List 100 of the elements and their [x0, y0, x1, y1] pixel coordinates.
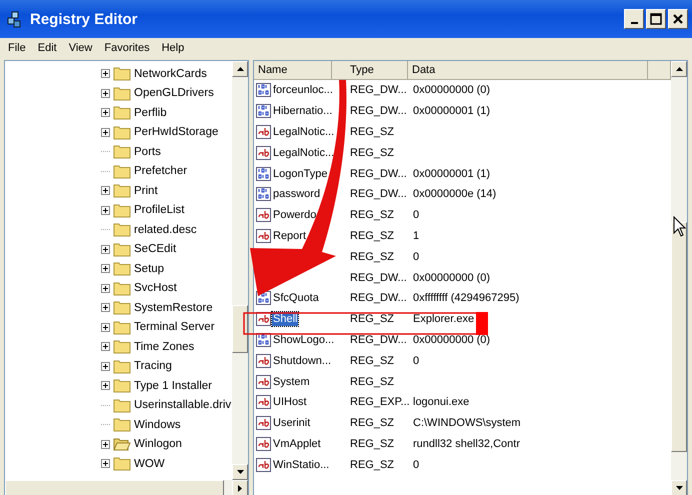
value-name[interactable]: Report	[272, 228, 308, 243]
value-data: logonui.exe	[412, 396, 470, 408]
value-name[interactable]: UIHost	[272, 395, 308, 410]
expand-icon[interactable]	[101, 88, 110, 98]
value-name[interactable]: VmApplet	[272, 436, 322, 451]
tree-item[interactable]: ProfileList	[134, 204, 184, 216]
expand-icon[interactable]	[101, 362, 110, 371]
value-type: REG_SZ	[349, 376, 396, 388]
string-value-icon	[256, 458, 271, 472]
value-name[interactable]: forceunloc...	[272, 83, 334, 98]
scroll-up-button[interactable]	[232, 61, 248, 77]
maximize-button[interactable]	[646, 9, 666, 29]
tree-item[interactable]: Time Zones	[134, 340, 194, 353]
value-type: REG_DW...	[349, 168, 408, 180]
menu-item[interactable]: Help	[162, 42, 184, 54]
expand-icon[interactable]	[101, 440, 110, 449]
scroll-thumb[interactable]	[232, 305, 248, 353]
value-type: REG_SZ	[349, 250, 396, 263]
value-data: 0xffffffff (4294967295)	[412, 292, 520, 304]
value-name[interactable]: WinStatio...	[272, 458, 330, 472]
value-name[interactable]: Shell	[272, 312, 298, 326]
minimize-button[interactable]	[624, 9, 644, 29]
value-name[interactable]: LegalNotic...	[272, 124, 336, 139]
tree-item[interactable]: Winlogon	[134, 438, 182, 450]
value-data: 0	[412, 209, 420, 222]
expand-icon[interactable]	[101, 303, 110, 312]
tree-item[interactable]: Print	[134, 184, 158, 197]
close-button[interactable]	[668, 9, 688, 29]
expand-icon[interactable]	[101, 381, 110, 390]
value-data: 0	[412, 250, 420, 263]
value-name[interactable]: password	[272, 187, 322, 202]
scroll-thumb[interactable]	[5, 480, 224, 495]
value-name[interactable]: LogonType	[272, 166, 328, 181]
expand-icon[interactable]	[101, 244, 110, 254]
menu-item[interactable]: Favorites	[104, 42, 150, 54]
tree-item[interactable]: WOW	[134, 458, 165, 470]
scroll-down-button[interactable]	[671, 480, 687, 495]
string-value-icon	[256, 208, 271, 222]
value-type: REG_DW...	[349, 272, 408, 284]
value-type: REG_DW...	[349, 84, 408, 96]
tree-item[interactable]: PerHwIdStorage	[134, 126, 218, 138]
scroll-down-button[interactable]	[232, 464, 248, 480]
column-header[interactable]: Data	[408, 61, 648, 80]
value-data: 0	[412, 458, 420, 471]
tree-item[interactable]: SeCEdit	[134, 243, 176, 256]
value-type: REG_SZ	[349, 417, 396, 430]
expand-icon[interactable]	[101, 264, 110, 274]
string-value-icon	[256, 124, 271, 139]
value-name[interactable]: System	[272, 374, 311, 389]
expand-icon[interactable]	[101, 342, 110, 352]
expand-icon[interactable]	[101, 284, 110, 293]
value-data: 0	[412, 354, 420, 367]
tree-item[interactable]: related.desc	[134, 224, 197, 236]
binary-value-icon	[256, 83, 271, 98]
expand-icon[interactable]	[101, 128, 110, 137]
menu-item[interactable]: File	[8, 42, 26, 54]
expand-icon[interactable]	[101, 322, 110, 332]
value-type: REG_DW...	[349, 292, 408, 304]
value-type: REG_SZ	[349, 126, 396, 138]
down-arrow-icon	[236, 470, 244, 474]
menu-item[interactable]: View	[68, 42, 92, 54]
menu-item[interactable]: Edit	[38, 42, 57, 54]
tree-item[interactable]: Tracing	[134, 360, 172, 372]
column-header[interactable]: Type	[332, 61, 408, 80]
tree-item[interactable]: Type 1 Installer	[134, 380, 212, 392]
value-name[interactable]: Powerdo	[272, 208, 318, 222]
tree-item[interactable]: Terminal Server	[134, 321, 215, 334]
right-arrow-icon	[238, 484, 242, 492]
tree-item[interactable]: Ports	[134, 146, 161, 158]
binary-value-icon	[256, 166, 271, 181]
value-name[interactable]: Hibernatio...	[272, 104, 334, 118]
tree-item[interactable]: Windows	[134, 418, 181, 431]
tree-item[interactable]: OpenGLDrivers	[134, 87, 214, 100]
value-name[interactable]: LegalNotic...	[272, 146, 336, 160]
tree-item[interactable]: Prefetcher	[134, 165, 188, 178]
scroll-thumb[interactable]	[671, 222, 687, 452]
expand-icon[interactable]	[101, 108, 110, 118]
expand-icon[interactable]	[101, 186, 110, 196]
expand-icon[interactable]	[101, 206, 110, 215]
tree-item[interactable]: Setup	[134, 262, 164, 275]
value-type: REG_SZ	[349, 313, 396, 326]
expand-icon[interactable]	[101, 69, 110, 78]
scroll-up-button[interactable]	[671, 61, 687, 77]
tree-item[interactable]: Userinstallable.driv	[134, 399, 232, 412]
scroll-right-button[interactable]	[232, 480, 248, 495]
value-name[interactable]: Userinit	[272, 416, 312, 430]
tree-item[interactable]: Perflib	[134, 106, 167, 119]
value-data: 1	[412, 230, 420, 242]
value-name[interactable]: Shutdown...	[272, 354, 332, 368]
tree-item[interactable]: SvcHost	[134, 282, 177, 294]
value-type: REG_SZ	[349, 230, 396, 242]
value-data: Explorer.exe	[412, 313, 476, 326]
value-name[interactable]: SfcQuota	[272, 291, 320, 306]
expand-icon[interactable]	[101, 459, 110, 468]
tree-item[interactable]: SystemRestore	[134, 302, 213, 314]
value-data: C:\WINDOWS\system	[412, 417, 522, 430]
column-header[interactable]: Name	[254, 61, 332, 80]
value-name[interactable]: ShowLogo...	[272, 332, 336, 347]
string-value-icon	[256, 228, 271, 243]
tree-item[interactable]: NetworkCards	[134, 68, 207, 80]
